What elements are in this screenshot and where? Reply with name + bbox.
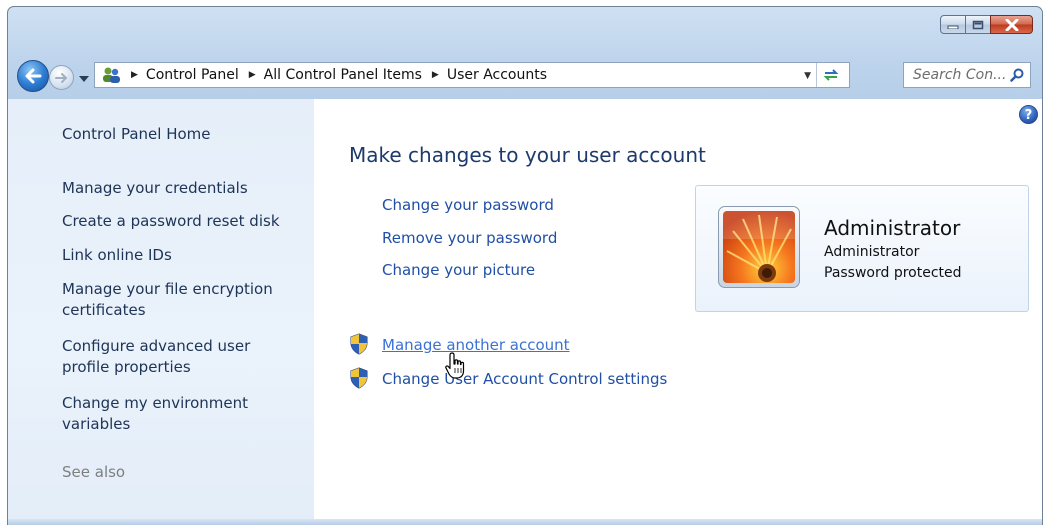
minimize-icon [947,25,959,29]
address-history-chevron-icon[interactable]: ▼ [804,71,811,81]
task-sidebar: Control Panel Home Manage your credentia… [8,99,314,525]
flower-picture-icon [723,211,795,283]
help-icon[interactable]: ? [1019,105,1038,124]
control-panel-home-link[interactable]: Control Panel Home [62,124,302,145]
sidebar-item-environment-variables[interactable]: Change my environment variables [62,393,302,435]
sidebar-item-manage-credentials[interactable]: Manage your credentials [62,178,302,199]
user-account-type: Administrator [824,244,920,260]
sidebar-item-link-online-ids[interactable]: Link online IDs [62,245,302,266]
breadcrumb-separator-icon[interactable]: ▶ [432,70,439,80]
remove-password-link[interactable]: Remove your password [382,229,557,247]
recent-pages-dropdown[interactable] [78,70,90,82]
uac-shield-icon [350,367,368,389]
change-password-link[interactable]: Change your password [382,196,554,214]
window-caption-buttons [940,15,1033,34]
address-bar[interactable]: ▶ Control Panel ▶ All Control Panel Item… [94,62,850,88]
back-button[interactable] [17,60,49,92]
breadcrumb-user-accounts[interactable]: User Accounts [447,67,547,83]
maximize-icon [972,20,984,29]
users-icon [101,66,121,84]
manage-another-account-link[interactable]: Manage another account [382,336,570,354]
search-icon[interactable] [1010,68,1024,82]
sidebar-item-password-reset-disk[interactable]: Create a password reset disk [62,211,302,232]
search-box[interactable] [903,62,1031,88]
forward-button[interactable] [49,65,74,90]
window-bottom-edge [8,519,1042,525]
breadcrumb-control-panel[interactable]: Control Panel [146,67,239,83]
user-account-card: Administrator Administrator Password pro… [695,185,1029,312]
chevron-down-icon [79,76,89,82]
user-name: Administrator [824,216,961,240]
breadcrumb-separator-icon[interactable]: ▶ [249,70,256,80]
refresh-icon[interactable] [822,67,840,83]
search-input[interactable] [911,66,1013,84]
breadcrumb-all-items[interactable]: All Control Panel Items [264,67,422,83]
arrow-left-icon [25,68,42,84]
hand-cursor-icon [445,352,465,379]
see-also-heading: See also [62,463,126,481]
minimize-button[interactable] [940,15,966,34]
close-button[interactable] [990,15,1033,34]
user-password-status: Password protected [824,265,962,281]
explorer-window: ▶ Control Panel ▶ All Control Panel Item… [7,6,1043,525]
maximize-button[interactable] [965,15,991,34]
sidebar-item-advanced-profile[interactable]: Configure advanced user profile properti… [62,336,302,378]
page-title: Make changes to your user account [349,143,706,167]
avatar[interactable] [718,206,800,288]
main-pane: ? Make changes to your user account Chan… [314,99,1042,525]
change-uac-settings-link[interactable]: Change User Account Control settings [382,370,667,388]
arrow-right-icon [54,72,67,83]
close-icon [1005,18,1018,31]
sidebar-item-encryption-certificates[interactable]: Manage your file encryption certificates [62,279,302,321]
address-divider [816,63,817,87]
change-picture-link[interactable]: Change your picture [382,261,535,279]
breadcrumb-separator-icon[interactable]: ▶ [131,70,138,80]
uac-shield-icon [350,333,368,355]
navigation-row: ▶ Control Panel ▶ All Control Panel Item… [8,57,1042,93]
content-area: Control Panel Home Manage your credentia… [8,99,1042,525]
